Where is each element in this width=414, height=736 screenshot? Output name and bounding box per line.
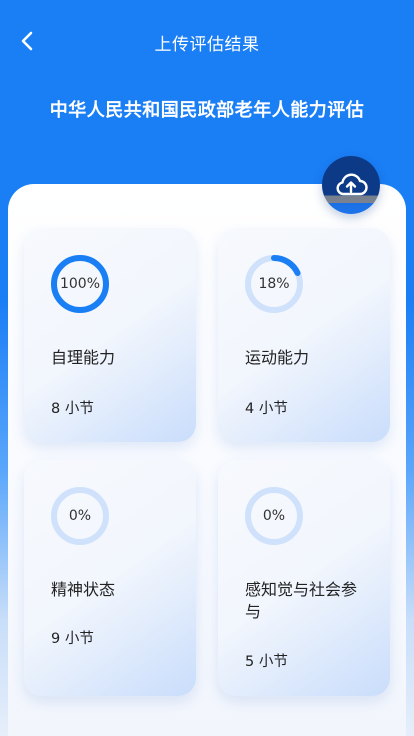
card-title: 感知觉与社会参与 bbox=[245, 580, 358, 621]
top-bar: 上传评估结果 bbox=[0, 0, 414, 82]
progress-percent: 0% bbox=[68, 508, 92, 524]
card-title: 运动能力 bbox=[245, 348, 310, 367]
assessment-card-mental-state[interactable]: 0% 精神状态 9 小节 bbox=[24, 460, 196, 696]
upload-button[interactable] bbox=[322, 156, 380, 214]
assessment-card-perception-social[interactable]: 0% 感知觉与社会参与 5 小节 bbox=[218, 460, 390, 696]
page-title: 中华人民共和国民政部老年人能力评估 bbox=[49, 100, 365, 121]
progress-percent: 18% bbox=[258, 276, 290, 292]
card-title: 自理能力 bbox=[51, 348, 116, 367]
progress-percent: 0% bbox=[262, 508, 286, 524]
section-count: 4 小节 bbox=[245, 401, 288, 417]
section-count: 8 小节 bbox=[51, 401, 94, 417]
assessment-card-self-care[interactable]: 100% 自理能力 8 小节 bbox=[24, 228, 196, 442]
progress-ring: 0% bbox=[50, 486, 110, 546]
section-count: 5 小节 bbox=[245, 654, 288, 670]
progress-ring: 18% bbox=[244, 254, 304, 314]
assessment-card-mobility[interactable]: 18% 运动能力 4 小节 bbox=[218, 228, 390, 442]
section-count: 9 小节 bbox=[51, 631, 94, 647]
progress-ring: 100% bbox=[50, 254, 110, 314]
cloud-upload-icon bbox=[336, 173, 368, 196]
card-title: 精神状态 bbox=[51, 580, 116, 599]
progress-ring: 0% bbox=[244, 486, 304, 546]
progress-percent: 100% bbox=[59, 276, 101, 292]
nav-title: 上传评估结果 bbox=[154, 35, 260, 55]
